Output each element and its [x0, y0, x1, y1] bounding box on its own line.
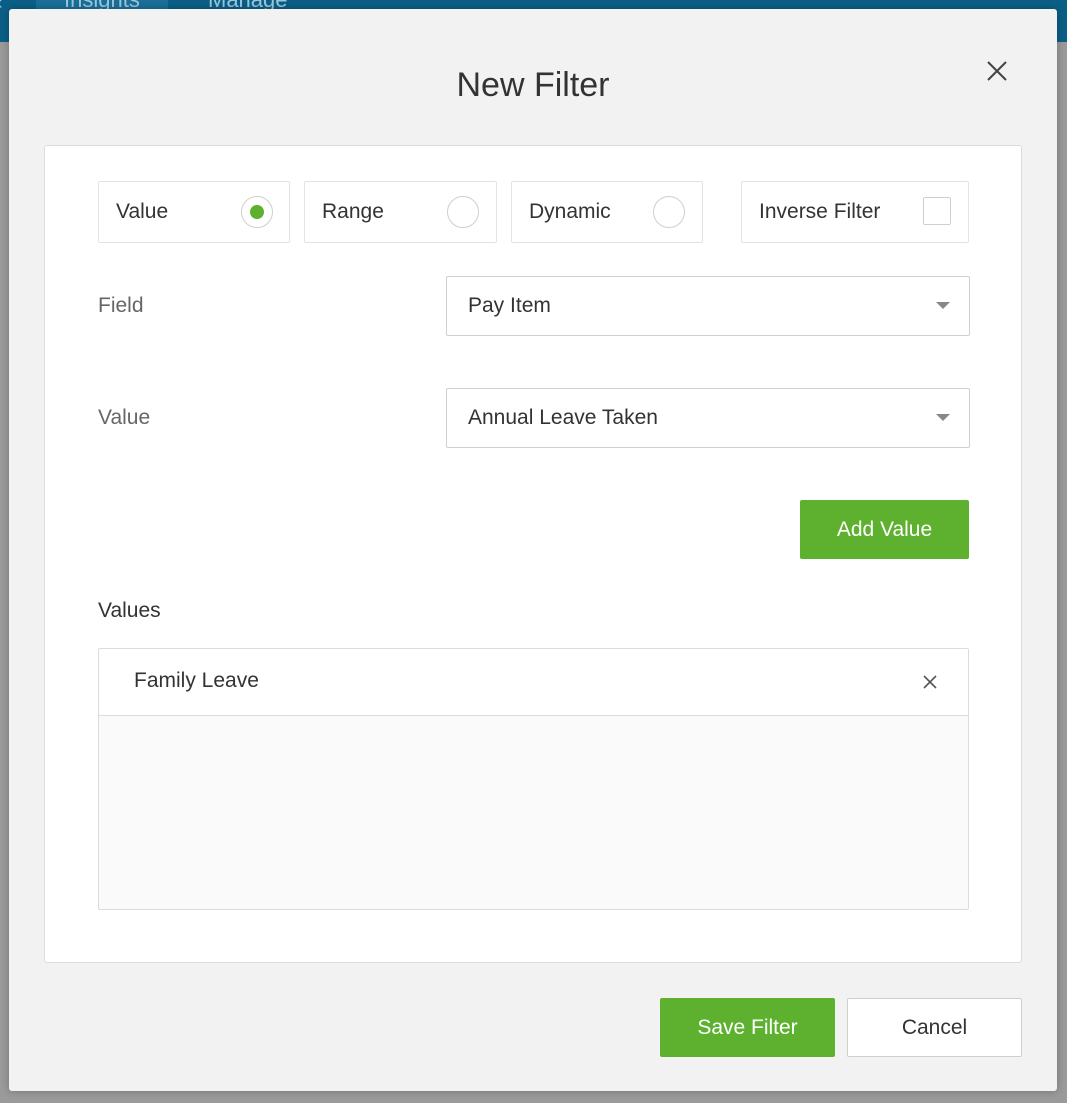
filter-form-panel: Value Range Dynamic Inverse Filter Field…: [44, 145, 1022, 963]
list-item: Family Leave: [99, 649, 968, 716]
filter-type-dynamic-radio[interactable]: [653, 196, 685, 228]
remove-icon: [923, 675, 937, 689]
values-heading: Values: [98, 599, 161, 622]
filter-type-value[interactable]: Value: [98, 181, 290, 243]
field-label: Field: [98, 294, 144, 317]
field-select[interactable]: Pay Item: [446, 276, 970, 336]
filter-type-dynamic[interactable]: Dynamic: [511, 181, 703, 243]
add-value-button[interactable]: Add Value: [800, 500, 969, 559]
inverse-filter-option[interactable]: Inverse Filter: [741, 181, 969, 243]
cancel-button[interactable]: Cancel: [847, 998, 1022, 1057]
inverse-filter-label: Inverse Filter: [759, 200, 881, 223]
radio-selected-dot: [250, 205, 264, 219]
value-select-value: Annual Leave Taken: [468, 406, 658, 429]
filter-type-range[interactable]: Range: [304, 181, 497, 243]
chevron-down-icon: [936, 414, 950, 421]
filter-type-value-radio[interactable]: [241, 196, 273, 228]
values-list: Family Leave: [98, 648, 969, 910]
filter-type-range-label: Range: [322, 200, 384, 223]
filter-type-dynamic-label: Dynamic: [529, 200, 611, 223]
new-filter-dialog: New Filter Value Range Dynamic Inverse F…: [9, 9, 1057, 1091]
close-button[interactable]: [983, 57, 1011, 85]
save-filter-button[interactable]: Save Filter: [660, 998, 835, 1057]
value-select[interactable]: Annual Leave Taken: [446, 388, 970, 448]
value-item-label: Family Leave: [134, 669, 259, 692]
filter-type-value-label: Value: [116, 200, 169, 223]
dialog-title: New Filter: [456, 66, 610, 104]
filter-type-range-radio[interactable]: [447, 196, 479, 228]
inverse-filter-checkbox[interactable]: [923, 197, 951, 225]
value-label: Value: [98, 406, 151, 429]
chevron-down-icon: [936, 302, 950, 309]
field-select-value: Pay Item: [468, 294, 551, 317]
remove-value-button[interactable]: [921, 673, 939, 691]
close-icon: [987, 61, 1007, 81]
back-chevron-icon: ‹: [0, 0, 3, 15]
